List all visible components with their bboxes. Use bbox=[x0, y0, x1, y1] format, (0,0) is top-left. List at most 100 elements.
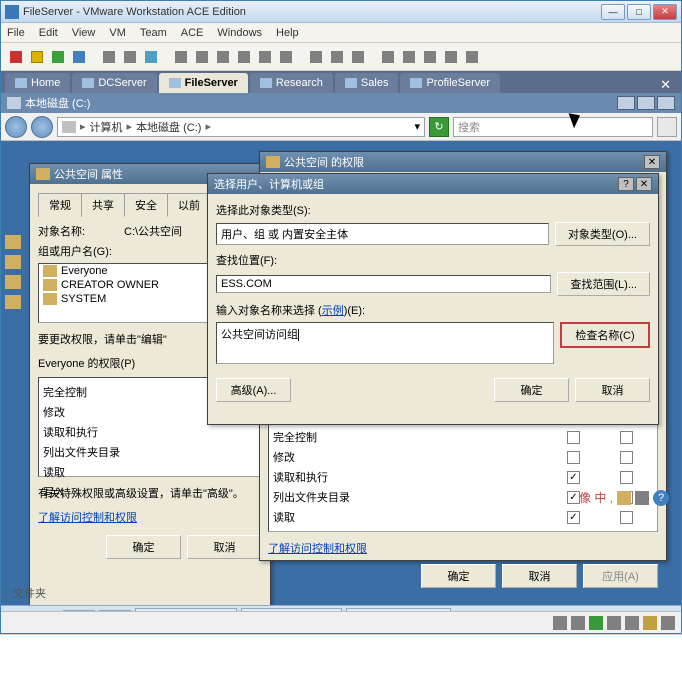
check-names-button[interactable]: 检查名称(C) bbox=[560, 322, 650, 348]
ok-button[interactable]: 确定 bbox=[494, 378, 569, 402]
tab-sales[interactable]: Sales bbox=[335, 73, 399, 93]
back-button[interactable] bbox=[5, 116, 27, 138]
locations-button[interactable]: 查找范围(L)... bbox=[557, 272, 650, 296]
stop-icon[interactable] bbox=[7, 48, 25, 66]
tb-icon[interactable] bbox=[172, 48, 190, 66]
apply-button[interactable]: 应用(A) bbox=[583, 564, 658, 588]
deny-checkbox[interactable] bbox=[620, 511, 633, 524]
ime-icon[interactable] bbox=[635, 491, 649, 505]
tab-home[interactable]: Home bbox=[5, 73, 70, 93]
device-icon[interactable] bbox=[607, 616, 621, 630]
tb-icon[interactable] bbox=[400, 48, 418, 66]
manage-icon[interactable] bbox=[142, 48, 160, 66]
search-input[interactable]: 搜索 bbox=[453, 117, 653, 137]
tb-icon[interactable] bbox=[307, 48, 325, 66]
menu-help[interactable]: Help bbox=[276, 27, 299, 39]
menu-vm[interactable]: VM bbox=[109, 27, 126, 39]
folder-icon[interactable] bbox=[5, 275, 21, 289]
select-users-titlebar[interactable]: 选择用户、计算机或组 ? ✕ bbox=[208, 174, 658, 194]
ok-button[interactable]: 确定 bbox=[421, 564, 496, 588]
snapshot-icon[interactable] bbox=[100, 48, 118, 66]
permissions-titlebar[interactable]: 公共空间 的权限 ✕ bbox=[260, 152, 666, 172]
object-name-input[interactable]: 公共空间访问组 bbox=[216, 322, 554, 364]
minimize-button[interactable]: — bbox=[601, 4, 625, 20]
tb-icon[interactable] bbox=[421, 48, 439, 66]
tb-icon[interactable] bbox=[193, 48, 211, 66]
help-icon[interactable]: ? bbox=[653, 490, 669, 506]
search-button[interactable] bbox=[657, 117, 677, 137]
menu-ace[interactable]: ACE bbox=[181, 27, 204, 39]
forward-button[interactable] bbox=[31, 116, 53, 138]
learn-link[interactable]: 了解访问控制和权限 bbox=[268, 540, 658, 556]
ime-icon[interactable] bbox=[617, 491, 631, 505]
tab-fileserver[interactable]: FileServer bbox=[159, 73, 248, 93]
folder-icon[interactable] bbox=[5, 255, 21, 269]
refresh-button[interactable]: ↻ bbox=[429, 117, 449, 137]
tb-icon[interactable] bbox=[256, 48, 274, 66]
device-icon[interactable] bbox=[553, 616, 567, 630]
allow-checkbox[interactable] bbox=[567, 511, 580, 524]
tab-profileserver[interactable]: ProfileServer bbox=[400, 73, 500, 93]
menu-team[interactable]: Team bbox=[140, 27, 167, 39]
cancel-button[interactable]: 取消 bbox=[502, 564, 577, 588]
example-link[interactable]: 示例 bbox=[322, 305, 344, 317]
close-icon[interactable]: ✕ bbox=[636, 177, 652, 191]
tab-general[interactable]: 常规 bbox=[38, 193, 82, 217]
menu-edit[interactable]: Edit bbox=[39, 27, 58, 39]
deny-checkbox[interactable] bbox=[620, 431, 633, 444]
tb-icon[interactable] bbox=[379, 48, 397, 66]
tb-icon[interactable] bbox=[349, 48, 367, 66]
tb-icon[interactable] bbox=[463, 48, 481, 66]
vmware-titlebar: FileServer - VMware Workstation ACE Edit… bbox=[1, 1, 681, 23]
folder-icon[interactable] bbox=[5, 295, 21, 309]
reset-icon[interactable] bbox=[70, 48, 88, 66]
allow-checkbox[interactable] bbox=[567, 431, 580, 444]
tb-icon[interactable] bbox=[328, 48, 346, 66]
allow-checkbox[interactable] bbox=[567, 451, 580, 464]
tb-icon[interactable] bbox=[277, 48, 295, 66]
revert-icon[interactable] bbox=[121, 48, 139, 66]
address-bar[interactable]: ▸ 计算机 ▸ 本地磁盘 (C:) ▸ ▾ bbox=[57, 117, 425, 137]
menu-view[interactable]: View bbox=[72, 27, 96, 39]
maximize-button[interactable]: □ bbox=[627, 4, 651, 20]
folder-icon[interactable] bbox=[5, 235, 21, 249]
tb-icon[interactable] bbox=[235, 48, 253, 66]
tab-dcserver[interactable]: DCServer bbox=[72, 73, 156, 93]
device-icon[interactable] bbox=[589, 616, 603, 630]
help-icon[interactable]: ? bbox=[618, 177, 634, 191]
ok-button[interactable]: 确定 bbox=[106, 535, 181, 559]
learn-link[interactable]: 了解访问控制和权限 bbox=[38, 509, 262, 525]
advanced-button[interactable]: 高级(A)... bbox=[216, 378, 291, 402]
dropdown-icon[interactable]: ▾ bbox=[414, 120, 420, 133]
cancel-button[interactable]: 取消 bbox=[575, 378, 650, 402]
pause-icon[interactable] bbox=[28, 48, 46, 66]
device-icon[interactable] bbox=[571, 616, 585, 630]
play-icon[interactable] bbox=[49, 48, 67, 66]
tab-sharing[interactable]: 共享 bbox=[81, 193, 125, 217]
tb-icon[interactable] bbox=[442, 48, 460, 66]
menu-windows[interactable]: Windows bbox=[217, 27, 262, 39]
tab-research[interactable]: Research bbox=[250, 73, 333, 93]
tb-icon[interactable] bbox=[214, 48, 232, 66]
explorer-close-button[interactable] bbox=[657, 96, 675, 110]
tab-previous[interactable]: 以前 bbox=[167, 193, 211, 217]
deny-checkbox[interactable] bbox=[620, 451, 633, 464]
close-button[interactable]: ✕ bbox=[653, 4, 677, 20]
explorer-max-button[interactable] bbox=[637, 96, 655, 110]
tab-security[interactable]: 安全 bbox=[124, 193, 168, 217]
explorer-titlebar: 本地磁盘 (C:) bbox=[1, 93, 681, 113]
object-types-button[interactable]: 对象类型(O)... bbox=[555, 222, 650, 246]
cancel-button[interactable]: 取消 bbox=[187, 535, 262, 559]
device-icon[interactable] bbox=[643, 616, 657, 630]
perm-row: 读取 bbox=[273, 507, 653, 527]
menu-file[interactable]: File bbox=[7, 27, 25, 39]
allow-checkbox[interactable] bbox=[567, 471, 580, 484]
tab-close-icon[interactable]: ✕ bbox=[654, 77, 677, 93]
breadcrumb[interactable]: 本地磁盘 (C:) bbox=[136, 119, 201, 135]
breadcrumb[interactable]: 计算机 bbox=[90, 119, 123, 135]
explorer-min-button[interactable] bbox=[617, 96, 635, 110]
deny-checkbox[interactable] bbox=[620, 471, 633, 484]
close-icon[interactable]: ✕ bbox=[644, 155, 660, 169]
device-icon[interactable] bbox=[625, 616, 639, 630]
device-icon[interactable] bbox=[661, 616, 675, 630]
